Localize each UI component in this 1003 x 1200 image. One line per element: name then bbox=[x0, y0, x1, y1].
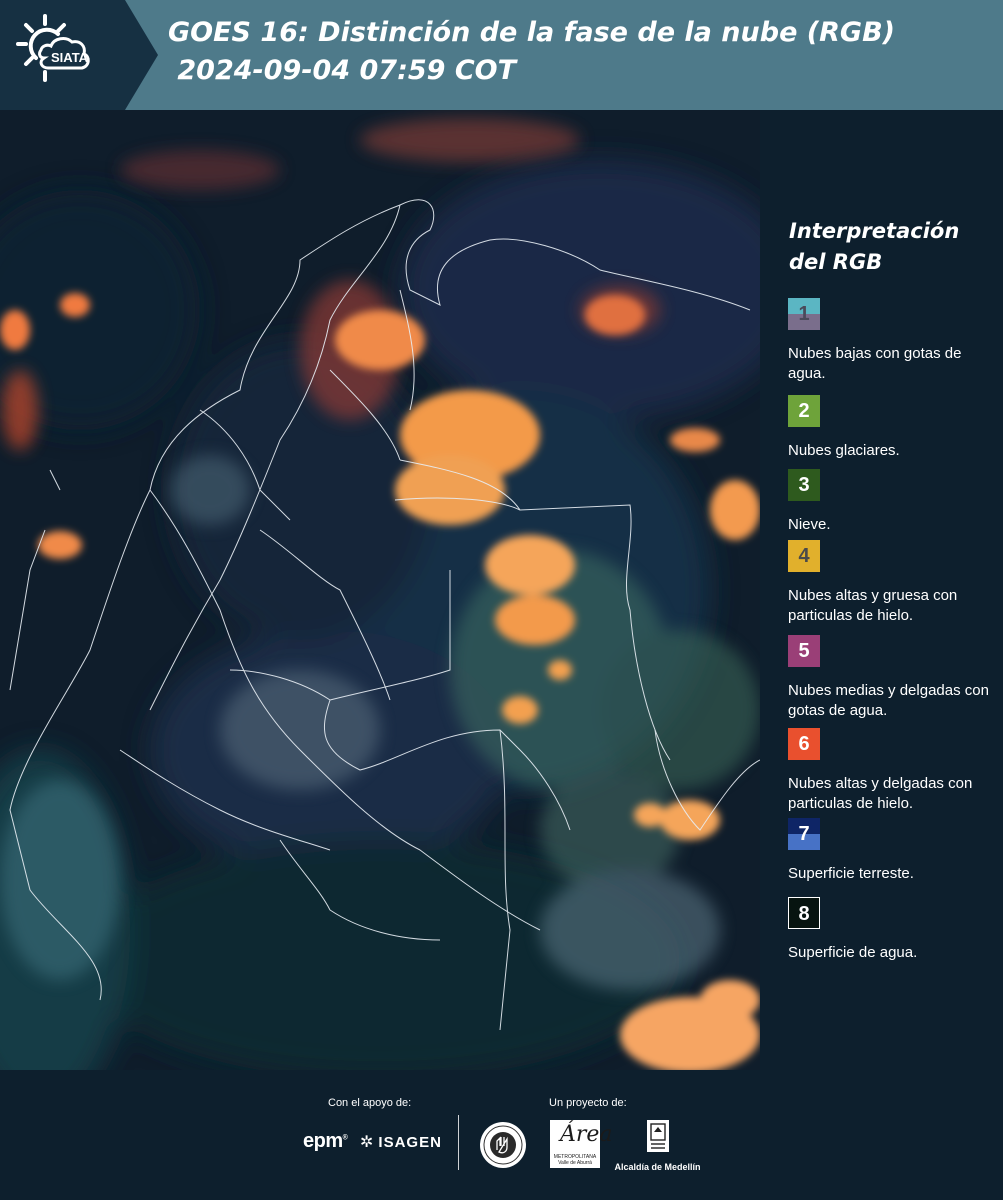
legend-swatch-1: 1 bbox=[788, 298, 820, 330]
rgb-satellite-image bbox=[0, 110, 760, 1070]
legend-swatch-8: 8 bbox=[788, 897, 820, 929]
legend-title-line-2: del RGB bbox=[789, 250, 883, 274]
isagen-logo: ✲ ISAGEN bbox=[360, 1132, 442, 1152]
legend-label-7: Superficie terreste. bbox=[788, 865, 914, 882]
title-line-2: 2024-09-04 07:59 COT bbox=[168, 55, 517, 86]
alcaldia-label: Alcaldía de Medellín bbox=[614, 1162, 701, 1172]
project-caption: Un proyecto de: bbox=[549, 1097, 627, 1109]
legend-label-3: Nieve. bbox=[788, 516, 831, 533]
legend-swatch-6: 6 bbox=[788, 728, 820, 760]
legend-swatch-2: 2 bbox=[788, 395, 820, 427]
logo-text: SIATA bbox=[51, 50, 89, 65]
siata-logo: SIATA bbox=[0, 0, 158, 110]
alcaldia-logo: Alcaldía de Medellín bbox=[610, 1118, 705, 1172]
legend-label-4: Nubes altas y gruesa con particulas de h… bbox=[788, 587, 958, 624]
area-logo-text: Área bbox=[560, 1122, 613, 1147]
area-metropolitana-logo: Área METROPOLITANA Valle de Aburrá bbox=[550, 1120, 613, 1168]
footer-bar: Con el apoyo de: Un proyecto de: epm® ✲ I… bbox=[0, 1070, 1003, 1200]
coat-of-arms-icon bbox=[646, 1120, 669, 1152]
legend-label-8: Superficie de agua. bbox=[788, 944, 918, 961]
legend-label-6: Nubes altas y delgadas con particulas de… bbox=[788, 775, 973, 812]
legend-swatch-4: 4 bbox=[788, 540, 820, 572]
isagen-logo-text: ISAGEN bbox=[378, 1134, 442, 1151]
epm-logo: epm® bbox=[303, 1130, 348, 1152]
support-caption: Con el apoyo de: bbox=[328, 1097, 412, 1109]
legend-label-5: Nubes medias y delgadas con gotas de agu… bbox=[788, 682, 989, 719]
page-title: GOES 16: Distinción de la fase de la nub… bbox=[168, 14, 895, 90]
sun-cloud-icon: SIATA bbox=[16, 14, 90, 82]
legend-panel: Interpretación del RGB 1 Nubes bajas con… bbox=[760, 110, 1003, 1070]
epm-logo-text: epm bbox=[303, 1130, 343, 1152]
legend-swatch-7: 7 bbox=[788, 818, 820, 850]
legend-label-2: Nubes glaciares. bbox=[788, 442, 900, 459]
header-bar: SIATA GOES 16: Distinción de la fase de … bbox=[0, 0, 1003, 110]
isagen-mark-icon: ✲ bbox=[360, 1134, 375, 1151]
legend-title: Interpretación del RGB bbox=[789, 216, 959, 278]
legend-label-1: Nubes bajas con gotas de agua. bbox=[788, 345, 962, 382]
satellite-map bbox=[0, 110, 760, 1070]
legend-title-line-1: Interpretación bbox=[789, 219, 960, 243]
title-line-1: GOES 16: Distinción de la fase de la nub… bbox=[168, 17, 895, 48]
area-logo-subtext: METROPOLITANA Valle de Aburrá bbox=[553, 1154, 597, 1166]
legend-swatch-5: 5 bbox=[788, 635, 820, 667]
legend-swatch-3: 3 bbox=[788, 469, 820, 501]
footer-divider bbox=[458, 1115, 459, 1170]
seal-logo bbox=[480, 1122, 526, 1168]
